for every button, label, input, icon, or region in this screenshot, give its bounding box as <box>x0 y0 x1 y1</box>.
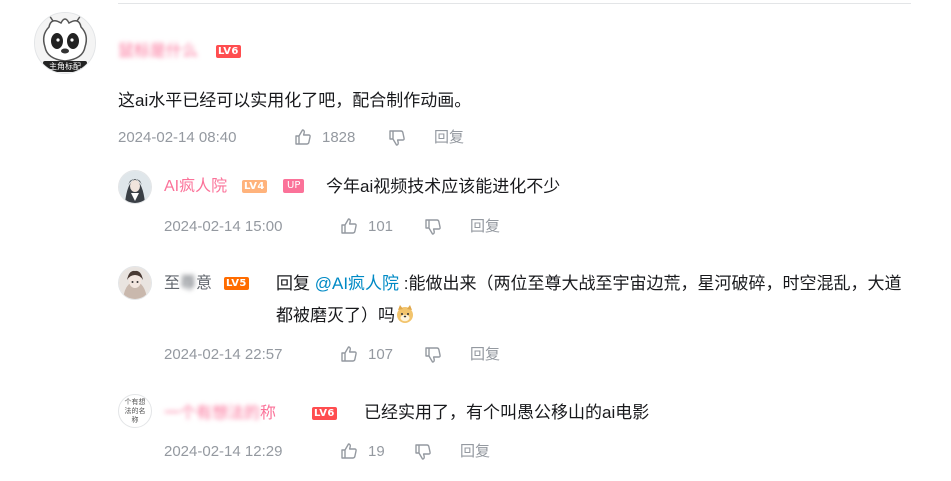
like-icon[interactable] <box>340 442 358 460</box>
avatar[interactable]: 主角标配 <box>34 12 96 74</box>
comment-meta: 2024-02-14 22:57 107 回复 <box>164 345 664 365</box>
comment-text: 今年ai视频技术应该能进化不少 <box>326 177 561 196</box>
timestamp: 2024-02-14 22:57 <box>164 346 283 363</box>
like-icon[interactable] <box>340 217 358 235</box>
mention-link[interactable]: @AI疯人院 <box>315 274 399 293</box>
avatar[interactable] <box>118 170 152 204</box>
username[interactable]: 一个有想法的称 <box>164 404 276 424</box>
like-count: 1828 <box>322 129 356 146</box>
dislike-icon[interactable] <box>388 129 406 147</box>
timestamp: 2024-02-14 08:40 <box>118 129 237 146</box>
divider <box>118 3 911 4</box>
like-icon[interactable] <box>294 128 312 146</box>
reply-button[interactable]: 回复 <box>470 345 500 365</box>
reply-button[interactable]: 回复 <box>434 128 464 148</box>
reply-button[interactable]: 回复 <box>470 217 500 237</box>
character-avatar-icon <box>119 171 151 203</box>
avatar[interactable]: 个有想法的名称 <box>118 394 152 428</box>
timestamp: 2024-02-14 12:29 <box>164 443 283 460</box>
username[interactable]: AI疯人院 <box>164 177 227 197</box>
reply-button[interactable]: 回复 <box>460 442 490 462</box>
doge-emoji-icon <box>395 303 415 323</box>
like-icon[interactable] <box>340 345 358 363</box>
comment-meta: 2024-02-14 08:40 1828 回复 <box>118 128 618 148</box>
up-badge: UP <box>283 179 305 193</box>
comment-text: 回复 @AI疯人院 :能做出来（两位至尊大战至宇宙边荒，星河破碎，时空混乱，大道… <box>276 268 908 332</box>
like-count: 101 <box>368 218 394 235</box>
avatar[interactable] <box>118 266 152 300</box>
comment-text: 已经实用了，有个叫愚公移山的ai电影 <box>364 403 650 422</box>
username[interactable]: 鼠标是什么 <box>118 42 198 62</box>
dislike-icon[interactable] <box>424 218 442 236</box>
comment-meta: 2024-02-14 15:00 101 回复 <box>164 217 664 237</box>
level-badge: LV6 <box>312 407 337 420</box>
dislike-icon[interactable] <box>424 346 442 364</box>
level-badge: LV4 <box>242 180 267 193</box>
timestamp: 2024-02-14 15:00 <box>164 218 283 235</box>
username[interactable]: 至尊意 <box>164 274 212 294</box>
reply-prefix: 回复 <box>276 274 310 293</box>
like-count: 107 <box>368 346 394 363</box>
dislike-icon[interactable] <box>414 443 432 461</box>
avatar-handwriting: 个有想法的名称 <box>124 398 146 424</box>
level-badge: LV5 <box>224 277 249 290</box>
avatar-caption: 主角标配 <box>49 62 81 71</box>
comment-text: 这ai水平已经可以实用化了吧，配合制作动画。 <box>118 91 472 110</box>
level-badge: LV6 <box>216 45 241 58</box>
comment-meta: 2024-02-14 12:29 19 回复 <box>164 442 664 462</box>
character-avatar-icon <box>119 267 151 299</box>
like-count: 19 <box>368 443 385 460</box>
